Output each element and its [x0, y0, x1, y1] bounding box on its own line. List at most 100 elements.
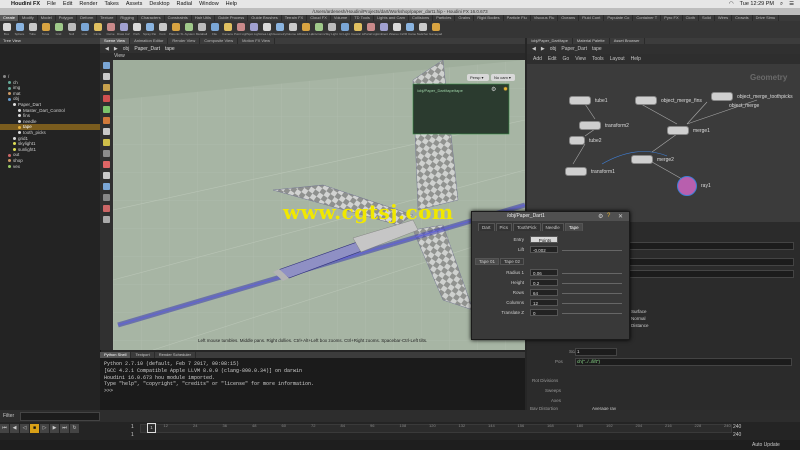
frame-end[interactable]: 240: [733, 432, 741, 438]
node-object-merge[interactable]: object_merge: [711, 102, 759, 109]
net-back-icon[interactable]: ◀: [532, 46, 536, 52]
nocam-button-label[interactable]: No cam ▾: [494, 75, 511, 80]
net-forward-icon[interactable]: ▶: [541, 46, 545, 52]
shelf-tool[interactable]: L-System: [182, 21, 195, 38]
app-name-menu[interactable]: Houdini FX: [11, 1, 40, 7]
current-frame-marker[interactable]: 1: [147, 423, 156, 433]
filter-input[interactable]: [20, 412, 100, 421]
net-menu-tools[interactable]: Tools: [592, 56, 604, 62]
lift-slider[interactable]: [562, 250, 622, 251]
camera-tool-icon[interactable]: [103, 172, 110, 179]
persp-button-label[interactable]: Persp ▾: [470, 75, 484, 80]
update-mode[interactable]: Auto Update: [752, 442, 780, 448]
python-console[interactable]: Python 2.7.10 (default, Feb 7 2017, 00:0…: [100, 358, 525, 410]
pose-tool-icon[interactable]: [103, 106, 110, 113]
shelf-tool[interactable]: Circle: [91, 21, 104, 38]
select-tool-icon[interactable]: [103, 62, 110, 69]
shelf-tool[interactable]: Volume Light: [286, 21, 299, 38]
step-forward-icon[interactable]: ▶: [50, 424, 59, 433]
float-help-icon[interactable]: ?: [607, 213, 610, 219]
tape-field-input[interactable]: 0.06: [530, 269, 558, 276]
shelf-tool[interactable]: File: [208, 21, 221, 38]
net-menu-go[interactable]: Go: [563, 56, 570, 62]
tape-field-slider[interactable]: [562, 293, 622, 294]
search-icon[interactable]: ⌕: [780, 1, 783, 8]
play-reverse-icon[interactable]: ◁: [20, 424, 29, 433]
node-ray1[interactable]: ray1: [677, 176, 711, 196]
inset-sun-icon[interactable]: ✹: [503, 86, 508, 93]
shelf-tool[interactable]: Switcher: [416, 21, 429, 38]
menu-window[interactable]: Window: [199, 1, 219, 7]
shelf-tool[interactable]: Path: [130, 21, 143, 38]
inset-gear-icon[interactable]: ⚙: [491, 86, 496, 93]
subtab-tape01[interactable]: Tape 01: [475, 258, 500, 265]
network-editor[interactable]: tube1 object_merge_fins object_merge_too…: [527, 64, 800, 222]
shelf-tool[interactable]: Box: [0, 21, 13, 38]
node-transform2[interactable]: transform2: [579, 121, 629, 130]
check-distance[interactable]: Distance: [631, 323, 649, 328]
shelf-tool[interactable]: Metaball: [195, 21, 208, 38]
shelf-tool[interactable]: Area Light: [260, 21, 273, 38]
shelf-tool[interactable]: Grid: [52, 21, 65, 38]
back-icon[interactable]: ◀: [105, 46, 109, 52]
net-path-tape[interactable]: tape: [592, 46, 602, 52]
light-tool-icon[interactable]: [103, 161, 110, 168]
shelf-tool[interactable]: Font: [156, 21, 169, 38]
shelf-tool[interactable]: Spot Light: [247, 21, 260, 38]
shelf-tool[interactable]: Null: [65, 21, 78, 38]
tab-dart[interactable]: Dart: [478, 223, 495, 231]
shelf-tool[interactable]: Distant Light: [299, 21, 312, 38]
check-normal[interactable]: Normal: [631, 316, 646, 321]
shelf-tool[interactable]: Point Light: [234, 21, 247, 38]
shelf-tool[interactable]: Line: [78, 21, 91, 38]
net-menu-layout[interactable]: Layout: [610, 56, 625, 62]
tape-field-input[interactable]: 0.2: [530, 279, 558, 286]
menu-help[interactable]: Help: [226, 1, 237, 7]
node-object-merge-fins[interactable]: object_merge_fins: [635, 96, 702, 105]
jump-start-icon[interactable]: ⏮: [0, 424, 9, 433]
handle-tool-icon[interactable]: [103, 117, 110, 124]
scale-field[interactable]: [575, 348, 617, 356]
tape-field-slider[interactable]: [562, 283, 622, 284]
node-transform1[interactable]: transform1: [565, 167, 615, 176]
tape-field-slider[interactable]: [562, 303, 622, 304]
subtab-tape02[interactable]: Tape 02: [500, 258, 525, 265]
net-menu-edit[interactable]: Edit: [548, 56, 557, 62]
frame-start[interactable]: 1: [131, 432, 134, 438]
net-menu-help[interactable]: Help: [631, 56, 641, 62]
shelf-tool[interactable]: Gamepad Camera: [429, 21, 442, 38]
shelf-tool[interactable]: Sky Light: [325, 21, 338, 38]
timeline[interactable]: 12 24 36 48 60 72 84 96 108 120 132 144 156 168 180 192…: [0, 422, 800, 440]
loop-icon[interactable]: ↻: [70, 424, 79, 433]
net-menu-add[interactable]: Add: [533, 56, 542, 62]
shelf-tool[interactable]: GI Light: [338, 21, 351, 38]
shelf-tool[interactable]: Portal Light: [364, 21, 377, 38]
clock[interactable]: Tue 12:29 PM: [740, 1, 774, 8]
menu-assets[interactable]: Assets: [126, 1, 143, 7]
tree-item[interactable]: vex: [0, 164, 100, 170]
record-icon[interactable]: [103, 205, 110, 212]
tab-pics[interactable]: Pics: [495, 223, 513, 231]
rotate-tool-icon[interactable]: [103, 84, 110, 91]
menu-list-icon[interactable]: ☰: [789, 1, 794, 8]
node-tube1[interactable]: tube1: [569, 96, 608, 105]
tape-field-slider[interactable]: [562, 313, 622, 314]
shelf-tool[interactable]: Draw Curve: [117, 21, 130, 38]
shelf-tool[interactable]: Spray Paint: [143, 21, 156, 38]
brush-tool-icon[interactable]: [103, 194, 110, 201]
shelf-tool[interactable]: VR Camera: [403, 21, 416, 38]
menu-radial[interactable]: Radial: [177, 1, 193, 7]
shelf-tool[interactable]: Sphere: [13, 21, 26, 38]
shelf-tool[interactable]: Curve: [104, 21, 117, 38]
expr-field[interactable]: [575, 358, 792, 366]
node-merge2[interactable]: merge2: [631, 155, 674, 164]
menu-file[interactable]: File: [47, 1, 56, 7]
scale-tool-icon[interactable]: [103, 95, 110, 102]
menu-render[interactable]: Render: [79, 1, 97, 7]
magnet-icon[interactable]: [103, 150, 110, 157]
entry-dropdown[interactable]: Points: [530, 236, 558, 243]
lift-field[interactable]: -0.002: [530, 246, 558, 253]
tab-tape[interactable]: Tape: [564, 223, 583, 231]
move-tool-icon[interactable]: [103, 73, 110, 80]
shelf-tool[interactable]: Geometry Light: [273, 21, 286, 38]
